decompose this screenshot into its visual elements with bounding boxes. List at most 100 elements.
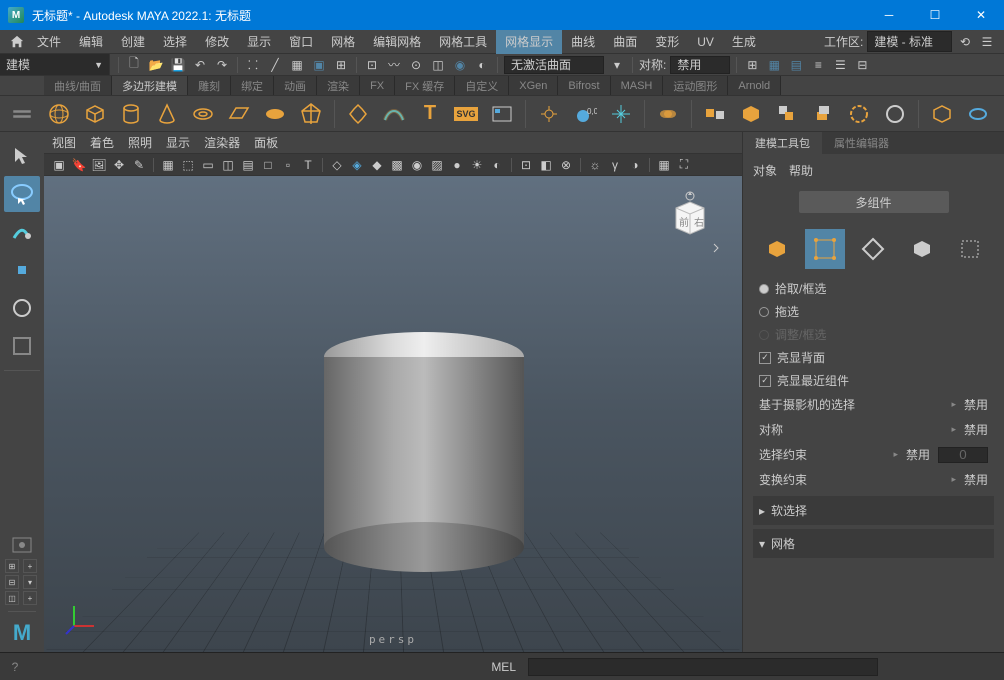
help-icon[interactable]: ? <box>0 660 30 674</box>
view-menu-shading[interactable]: 着色 <box>90 134 114 151</box>
snap-plane-icon[interactable]: ◫ <box>429 56 447 74</box>
xform-constraint-row[interactable]: 变换约束▸禁用 <box>753 467 994 492</box>
poly-sphere-icon[interactable] <box>44 99 74 129</box>
toggle-toolsettings-icon[interactable]: ▦ <box>765 56 783 74</box>
camera-based-select-row[interactable]: 基于摄影机的选择▸禁用 <box>753 392 994 417</box>
vt-safe-action-icon[interactable]: □ <box>259 156 277 174</box>
menuset-dropdown[interactable]: 建模 ▼ <box>0 54 110 75</box>
menu-window[interactable]: 窗口 <box>280 30 322 54</box>
menu-mesh[interactable]: 网格 <box>322 30 364 54</box>
vt-field-chart-icon[interactable]: ▤ <box>239 156 257 174</box>
vt-panel-layout-icon[interactable]: ▦ <box>655 156 673 174</box>
menu-surfaces[interactable]: 曲面 <box>604 30 646 54</box>
layout-four-icon[interactable]: ⊞ <box>5 559 19 573</box>
poly-cone-icon[interactable] <box>152 99 182 129</box>
vt-smooth-shade-icon[interactable]: ◈ <box>348 156 366 174</box>
snap-live-icon[interactable]: ◉ <box>451 56 469 74</box>
poly-torus-icon[interactable] <box>188 99 218 129</box>
vt-res-gate-icon[interactable]: ▭ <box>199 156 217 174</box>
menu-edit[interactable]: 编辑 <box>70 30 112 54</box>
booleans-icon[interactable] <box>772 99 802 129</box>
vt-viewtransform-icon[interactable]: ◑ <box>626 156 644 174</box>
mirror-icon[interactable] <box>927 99 957 129</box>
svg-tool-icon[interactable]: SVG <box>451 99 481 129</box>
maximize-button[interactable]: ☐ <box>912 0 958 30</box>
tab-modeling-toolkit[interactable]: 建模工具包 <box>743 132 822 154</box>
toggle-attred-icon[interactable]: ▤ <box>787 56 805 74</box>
smooth-icon[interactable] <box>736 99 766 129</box>
vt-wire-shaded-icon[interactable]: T <box>299 156 317 174</box>
minimize-button[interactable]: ─ <box>866 0 912 30</box>
shelf-tab-polymodel[interactable]: 多边形建模 <box>112 76 188 95</box>
new-scene-icon[interactable]: 🗋 <box>125 56 143 74</box>
poly-type-icon[interactable]: T <box>415 99 445 129</box>
extrude-icon[interactable] <box>808 99 838 129</box>
vt-shadows-icon[interactable]: ▩ <box>388 156 406 174</box>
home-icon[interactable] <box>6 31 28 53</box>
vt-wire-on-shaded-icon[interactable]: ◉ <box>408 156 426 174</box>
snap-curve-icon[interactable]: 〰 <box>385 56 403 74</box>
workspace-dropdown[interactable]: 建模 - 标准 <box>867 31 952 52</box>
shelf-tab-anim[interactable]: 动画 <box>274 76 317 95</box>
toggle-charctrl-icon[interactable]: ⊟ <box>853 56 871 74</box>
layout-more-icon[interactable]: + <box>23 591 37 605</box>
select-edge-icon[interactable]: ╱ <box>266 56 284 74</box>
view-menu-panels[interactable]: 面板 <box>254 134 278 151</box>
rotate-tool[interactable] <box>4 290 40 326</box>
menu-meshtools[interactable]: 网格工具 <box>430 30 496 54</box>
vt-motion-blur-icon[interactable]: ☀ <box>468 156 486 174</box>
edge-mode-icon[interactable] <box>853 229 893 269</box>
shelf-tab-rig[interactable]: 绑定 <box>231 76 274 95</box>
viewport-persp[interactable]: 前 右 persp <box>44 176 742 652</box>
select-constraint-row[interactable]: 选择约束▸禁用 <box>753 442 994 467</box>
create-locator-icon[interactable] <box>534 99 564 129</box>
vt-antialias-icon[interactable]: ◐ <box>488 156 506 174</box>
viewcube[interactable]: 前 右 <box>658 186 718 246</box>
sweep-mesh-icon[interactable] <box>379 99 409 129</box>
shelf-tab-fxcache[interactable]: FX 缓存 <box>395 76 455 95</box>
vt-safe-title-icon[interactable]: ▫ <box>279 156 297 174</box>
shelf-tab-motion[interactable]: 运动图形 <box>663 76 728 95</box>
layout-two-h-icon[interactable]: ⊟ <box>5 575 19 589</box>
workspace-reset-icon[interactable]: ⟲ <box>956 33 974 51</box>
multi-component-button[interactable]: 多组件 <box>799 191 949 213</box>
highlight-backface-check[interactable]: ✓亮显背面 <box>753 346 994 369</box>
poly-superellipse-icon[interactable] <box>343 99 373 129</box>
construction-plane-icon[interactable]: 0,0,0 <box>570 99 600 129</box>
menu-curves[interactable]: 曲线 <box>562 30 604 54</box>
script-lang-label[interactable]: MEL <box>485 660 522 674</box>
select-uv-icon[interactable]: ⊞ <box>332 56 350 74</box>
vt-gate-mask-icon[interactable]: ◫ <box>219 156 237 174</box>
poly-disc-icon[interactable] <box>260 99 290 129</box>
poly-cube-icon[interactable] <box>80 99 110 129</box>
drag-radio[interactable]: 拖选 <box>753 300 994 323</box>
view-menu-view[interactable]: 视图 <box>52 134 76 151</box>
vt-wireframe-icon[interactable]: ◇ <box>328 156 346 174</box>
select-object-icon[interactable]: ▣ <box>310 56 328 74</box>
menu-uv[interactable]: UV <box>688 30 723 54</box>
vt-use-lights-icon[interactable]: ◆ <box>368 156 386 174</box>
toggle-channelbox-icon[interactable]: ⊞ <box>743 56 761 74</box>
snap-toggle-icon[interactable]: ◐ <box>473 56 491 74</box>
layout-two-v-icon[interactable]: ◫ <box>5 591 19 605</box>
shelf-tab-bifrost[interactable]: Bifrost <box>558 76 610 95</box>
snap-together-icon[interactable] <box>606 99 636 129</box>
move-tool[interactable] <box>4 252 40 288</box>
select-constraint-value[interactable] <box>938 447 988 463</box>
vt-2d-pan-icon[interactable]: ✥ <box>110 156 128 174</box>
vt-isolate-icon[interactable]: ⊡ <box>517 156 535 174</box>
menu-deform[interactable]: 变形 <box>646 30 688 54</box>
toggle-outliner-icon[interactable]: ≡ <box>809 56 827 74</box>
snap-point-icon[interactable]: ⊙ <box>407 56 425 74</box>
view-menu-lighting[interactable]: 照明 <box>128 134 152 151</box>
shelf-tab-xgen[interactable]: XGen <box>509 76 558 95</box>
bridge-icon[interactable] <box>844 99 874 129</box>
bevel-icon[interactable] <box>880 99 910 129</box>
menu-editmesh[interactable]: 编辑网格 <box>364 30 430 54</box>
select-face-icon[interactable]: ▦ <box>288 56 306 74</box>
highlight-nearest-check[interactable]: ✓亮显最近组件 <box>753 369 994 392</box>
close-button[interactable]: ✕ <box>958 0 1004 30</box>
paint-select-tool[interactable] <box>4 214 40 250</box>
help-label[interactable]: 帮助 <box>789 162 813 179</box>
uv-mode-icon[interactable] <box>950 229 990 269</box>
